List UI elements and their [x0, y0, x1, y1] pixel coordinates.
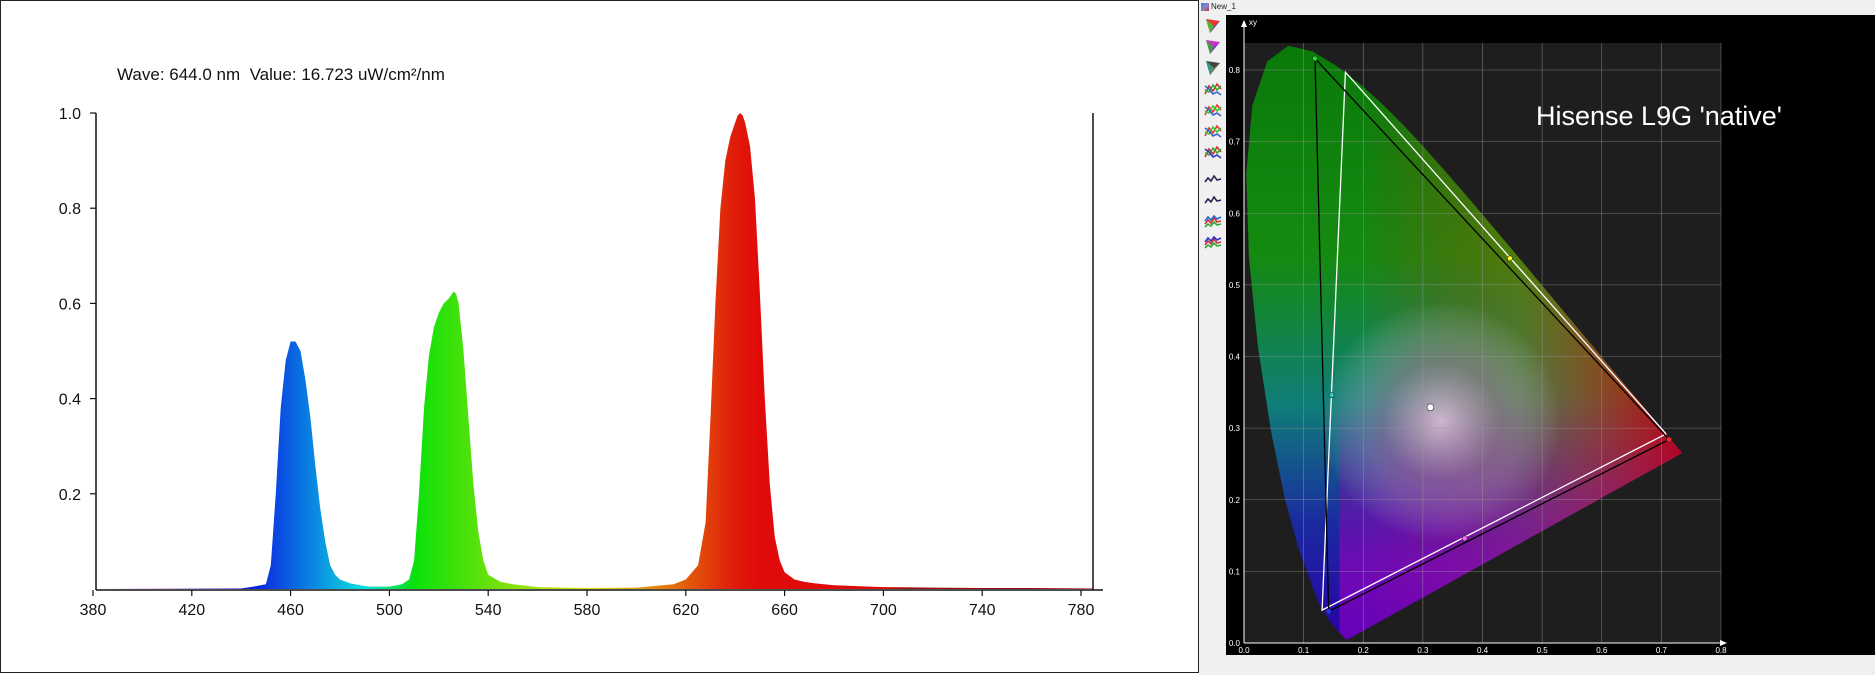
cie-chart-title: Hisense L9G 'native': [1536, 101, 1782, 131]
cie-1931-icon: [1206, 19, 1220, 33]
cie-plot-frame: 0.0 0.1 0.2 0.3 0.4 0.5 0.6 0.7 0.8 0.0 0.1 0.2 0.3 0…: [1226, 15, 1875, 655]
spectrum-x-tick-label: 540: [475, 602, 502, 619]
color-solid-icon: [1206, 61, 1220, 75]
cie-y-tick-label: 0.4: [1229, 353, 1241, 362]
cie-1976-button[interactable]: [1203, 37, 1223, 57]
cie-window: New_1 0.0 0.1 0.2 0.3 0.4 0.5 0.6 0.7 0.8 0.0 0.1 0…: [1199, 0, 1875, 675]
cie-toolbar: [1203, 16, 1225, 253]
cie-point: [1666, 436, 1673, 443]
cie-y-tick-label: 0.2: [1229, 496, 1241, 505]
cie-y-tick-label: 0.0: [1229, 639, 1241, 648]
gamma-curves-icon: [1204, 124, 1222, 138]
cie-x-tick-label: 0.4: [1477, 646, 1489, 655]
spectrum-y-tick-label: 0.8: [59, 201, 81, 218]
spectrum-line-button[interactable]: [1203, 169, 1223, 189]
spectrum-fill-button[interactable]: [1203, 232, 1223, 252]
gamma-curves-button[interactable]: [1203, 121, 1223, 141]
spectrum-x-tick-label: 660: [771, 602, 798, 619]
cie-y-tick-label: 0.1: [1229, 567, 1241, 576]
cie-x-tick-label: 0.2: [1358, 646, 1370, 655]
spectrum-y-tick-label: 0.6: [59, 296, 81, 313]
cie-axis-label: xy: [1249, 18, 1257, 27]
cie-y-arrow: [1241, 20, 1247, 27]
spectrum-step-button[interactable]: [1203, 190, 1223, 210]
cie-x-tick-label: 0.1: [1298, 646, 1310, 655]
multi-curves-button[interactable]: [1203, 142, 1223, 162]
spectrum-step-icon: [1204, 195, 1222, 204]
cie-y-tick-label: 0.5: [1229, 281, 1241, 290]
spectrum-x-tick-label: 420: [178, 602, 205, 619]
cmf-curves-button[interactable]: [1203, 79, 1223, 99]
cie-point: [1426, 403, 1435, 412]
cie-window-title: New_1: [1211, 2, 1236, 11]
cie-x-tick-label: 0.6: [1596, 646, 1608, 655]
cie-1931-button[interactable]: [1203, 16, 1223, 36]
cie-window-titlebar: New_1: [1201, 1, 1236, 12]
cie-point: [1507, 255, 1513, 262]
app-icon: [1201, 2, 1209, 11]
multi-curves-icon: [1204, 145, 1222, 159]
rgb-curves-icon: [1204, 103, 1222, 117]
cie-1976-icon: [1206, 40, 1220, 54]
spectrum-line-icon: [1204, 174, 1222, 183]
cie-x-tick-label: 0.3: [1417, 646, 1429, 655]
spectrum-y-tick-label: 1.0: [59, 106, 81, 123]
spectrum-area: [93, 113, 1094, 589]
spectrum-y-tick-label: 0.2: [59, 487, 81, 504]
cie-x-tick-label: 0.0: [1238, 646, 1250, 655]
cie-point: [1312, 55, 1318, 62]
spectrum-x-tick-label: 380: [80, 602, 107, 619]
cie-point: [1328, 392, 1335, 399]
cie-x-tick-label: 0.8: [1715, 646, 1727, 655]
spectrum-x-tick-label: 580: [574, 602, 601, 619]
cie-y-tick-label: 0.8: [1229, 66, 1241, 75]
spectrum-rgb-icon: [1204, 214, 1222, 228]
cie-y-tick-label: 0.3: [1229, 424, 1241, 433]
cie-point: [1325, 608, 1332, 615]
spectrum-x-tick-label: 500: [376, 602, 403, 619]
cie-y-tick-label: 0.7: [1229, 138, 1241, 147]
rgb-curves-button[interactable]: [1203, 100, 1223, 120]
cmf-curves-icon: [1204, 82, 1222, 96]
color-solid-button[interactable]: [1203, 58, 1223, 78]
spectrum-fill-icon: [1204, 235, 1222, 249]
cie-y-tick-label: 0.6: [1229, 209, 1241, 218]
spectrum-x-tick-label: 700: [870, 602, 897, 619]
cie-x-tick-label: 0.5: [1537, 646, 1549, 655]
spectrum-chart: 380 420 460 500 540 580 620 660 700 740 780 0.2 0.4 0…: [59, 106, 1103, 619]
spectrum-x-tick-label: 780: [1068, 602, 1095, 619]
spectrum-panel: 380 420 460 500 540 580 620 660 700 740 780 0.2 0.4 0…: [0, 0, 1199, 673]
spectrum-rgb-button[interactable]: [1203, 211, 1223, 231]
spectrum-x-tick-label: 740: [969, 602, 996, 619]
spectrum-x-tick-label: 620: [672, 602, 699, 619]
spectrum-x-tick-label: 460: [277, 602, 304, 619]
cie-point: [1461, 535, 1468, 542]
spectrum-y-tick-label: 0.4: [59, 392, 81, 409]
spectrum-readout: Wave: 644.0 nm Value: 16.723 uW/cm²/nm: [117, 65, 445, 84]
cie-status-bar: [1199, 655, 1875, 675]
cie-x-tick-label: 0.7: [1656, 646, 1668, 655]
